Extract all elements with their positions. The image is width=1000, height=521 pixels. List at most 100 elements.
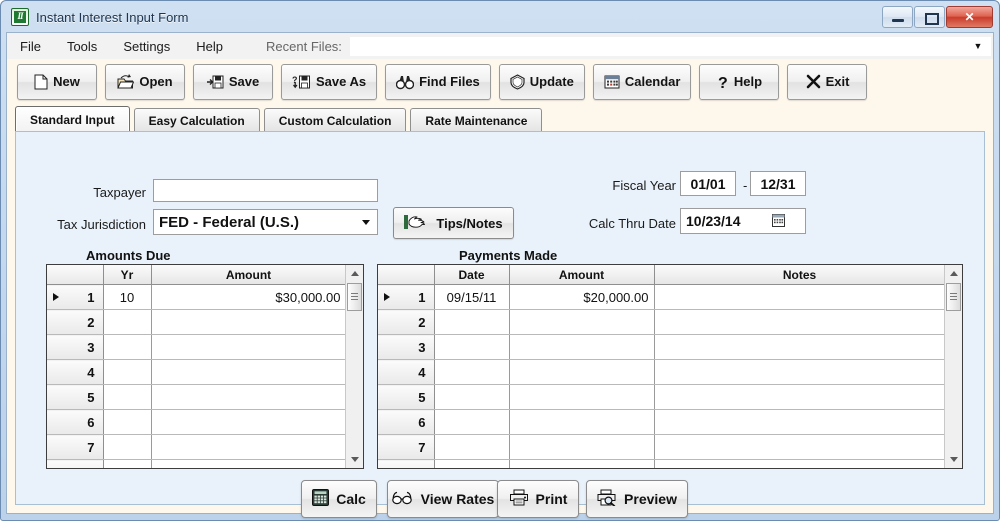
scrollbar-thumb[interactable] bbox=[946, 283, 961, 311]
save-as-button[interactable]: ? Save As bbox=[281, 63, 378, 100]
cell-amount[interactable] bbox=[151, 334, 347, 360]
scroll-down-icon[interactable] bbox=[346, 451, 363, 468]
exit-button[interactable]: Exit bbox=[787, 63, 868, 100]
cell-notes[interactable] bbox=[654, 434, 946, 460]
scrollbar-thumb[interactable] bbox=[347, 283, 362, 311]
cell-amount[interactable] bbox=[151, 434, 347, 460]
cell-yr[interactable] bbox=[103, 434, 152, 460]
cell-amount[interactable] bbox=[509, 334, 655, 360]
row-header[interactable]: 6 bbox=[47, 409, 104, 435]
cell-amount[interactable] bbox=[509, 434, 655, 460]
table-row[interactable]: 5 bbox=[47, 384, 363, 410]
table-row[interactable]: 3 bbox=[47, 334, 363, 360]
scroll-up-icon[interactable] bbox=[346, 265, 363, 282]
fiscal-year-end-input[interactable]: 12/31 bbox=[750, 171, 806, 196]
table-row[interactable]: 1 09/15/11 $20,000.00 bbox=[378, 284, 962, 310]
taxpayer-input[interactable] bbox=[153, 179, 378, 202]
row-header[interactable]: 8 bbox=[378, 459, 435, 468]
cell-notes[interactable] bbox=[654, 384, 946, 410]
update-button[interactable]: Update bbox=[498, 63, 585, 100]
cell-amount[interactable]: $20,000.00 bbox=[509, 284, 655, 310]
maximize-button[interactable] bbox=[914, 6, 945, 28]
tab-rate-maintenance[interactable]: Rate Maintenance bbox=[410, 108, 543, 132]
cell-amount[interactable] bbox=[509, 359, 655, 385]
cell-yr[interactable] bbox=[103, 309, 152, 335]
scroll-down-icon[interactable] bbox=[945, 451, 962, 468]
payments-made-scrollbar[interactable] bbox=[944, 265, 962, 468]
row-header[interactable]: 5 bbox=[378, 384, 435, 410]
tab-easy-calculation[interactable]: Easy Calculation bbox=[133, 108, 260, 132]
payments-made-grid[interactable]: Date Amount Notes 1 09/15/11 $20,000.00 bbox=[377, 264, 963, 469]
table-row[interactable]: 8 bbox=[378, 459, 962, 468]
row-header[interactable]: 2 bbox=[47, 309, 104, 335]
calc-button[interactable]: Calc bbox=[301, 480, 377, 518]
tips-notes-button[interactable]: Tips/Notes bbox=[393, 207, 514, 239]
cell-amount[interactable] bbox=[151, 359, 347, 385]
table-row[interactable]: 7 bbox=[378, 434, 962, 460]
table-row[interactable]: 4 bbox=[378, 359, 962, 385]
table-row[interactable]: 1 10 $30,000.00 bbox=[47, 284, 363, 310]
table-row[interactable]: 2 bbox=[378, 309, 962, 335]
cell-amount[interactable] bbox=[509, 409, 655, 435]
row-header[interactable]: 6 bbox=[378, 409, 435, 435]
row-header[interactable]: 1 bbox=[378, 284, 435, 310]
cell-notes[interactable] bbox=[654, 409, 946, 435]
cell-date[interactable] bbox=[434, 459, 510, 468]
cell-date[interactable] bbox=[434, 359, 510, 385]
fiscal-year-start-input[interactable]: 01/01 bbox=[680, 171, 736, 196]
view-rates-button[interactable]: View Rates bbox=[387, 480, 499, 518]
menu-item-tools[interactable]: Tools bbox=[55, 36, 109, 57]
table-row[interactable]: 6 bbox=[47, 409, 363, 435]
cell-notes[interactable] bbox=[654, 284, 946, 310]
cell-notes[interactable] bbox=[654, 334, 946, 360]
tab-standard-input[interactable]: Standard Input bbox=[15, 106, 130, 132]
table-row[interactable]: 7 bbox=[47, 434, 363, 460]
tab-custom-calculation[interactable]: Custom Calculation bbox=[263, 108, 407, 132]
menu-item-help[interactable]: Help bbox=[184, 36, 235, 57]
find-files-button[interactable]: Find Files bbox=[385, 63, 491, 100]
cell-yr[interactable] bbox=[103, 459, 152, 468]
recent-files-combo[interactable]: ▼ bbox=[349, 36, 991, 56]
amounts-due-scrollbar[interactable] bbox=[345, 265, 363, 468]
cell-date[interactable] bbox=[434, 334, 510, 360]
cell-amount[interactable] bbox=[151, 459, 347, 468]
table-row[interactable]: 5 bbox=[378, 384, 962, 410]
cell-notes[interactable] bbox=[654, 359, 946, 385]
cell-amount[interactable] bbox=[509, 309, 655, 335]
cell-date[interactable] bbox=[434, 384, 510, 410]
row-header[interactable]: 8 bbox=[47, 459, 104, 468]
row-header[interactable]: 3 bbox=[378, 334, 435, 360]
row-header[interactable]: 7 bbox=[378, 434, 435, 460]
row-header[interactable]: 2 bbox=[378, 309, 435, 335]
open-button[interactable]: Open bbox=[105, 63, 185, 100]
cell-date[interactable]: 09/15/11 bbox=[434, 284, 510, 310]
table-row[interactable]: 6 bbox=[378, 409, 962, 435]
row-header[interactable]: 4 bbox=[47, 359, 104, 385]
calc-thru-date-input[interactable]: 10/23/14 bbox=[680, 208, 806, 234]
cell-amount[interactable]: $30,000.00 bbox=[151, 284, 347, 310]
new-button[interactable]: New bbox=[17, 63, 97, 100]
cell-amount[interactable] bbox=[509, 459, 655, 468]
print-button[interactable]: Print bbox=[497, 480, 579, 518]
cell-yr[interactable] bbox=[103, 409, 152, 435]
cell-notes[interactable] bbox=[654, 459, 946, 468]
amounts-due-grid[interactable]: Yr Amount 1 10 $30,000.00 2 3 4 5 6 7 bbox=[46, 264, 364, 469]
cell-amount[interactable] bbox=[509, 384, 655, 410]
row-header[interactable]: 1 bbox=[47, 284, 104, 310]
cell-yr[interactable] bbox=[103, 359, 152, 385]
cell-yr[interactable] bbox=[103, 334, 152, 360]
close-button[interactable]: ✕ bbox=[946, 6, 993, 28]
cell-amount[interactable] bbox=[151, 409, 347, 435]
table-row[interactable]: 4 bbox=[47, 359, 363, 385]
cell-amount[interactable] bbox=[151, 309, 347, 335]
cell-notes[interactable] bbox=[654, 309, 946, 335]
tax-jurisdiction-select[interactable]: FED - Federal (U.S.) bbox=[153, 209, 378, 235]
table-row[interactable]: 8 bbox=[47, 459, 363, 468]
cell-amount[interactable] bbox=[151, 384, 347, 410]
menu-item-file[interactable]: File bbox=[8, 36, 53, 57]
preview-button[interactable]: Preview bbox=[586, 480, 688, 518]
cell-date[interactable] bbox=[434, 409, 510, 435]
scroll-up-icon[interactable] bbox=[945, 265, 962, 282]
cell-date[interactable] bbox=[434, 309, 510, 335]
save-button[interactable]: Save bbox=[193, 63, 273, 100]
